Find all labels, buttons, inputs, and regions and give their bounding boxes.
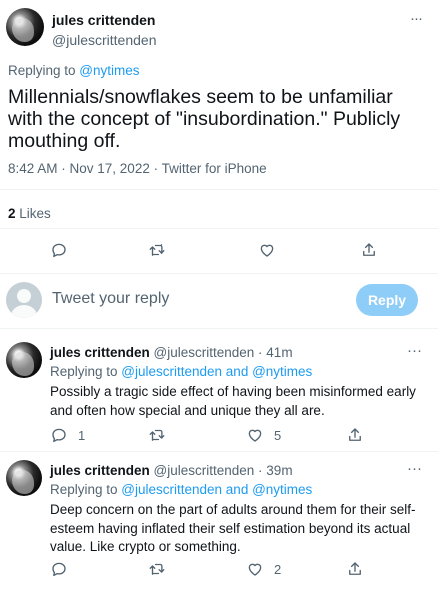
reply-author-handle[interactable]: @julescrittenden · 41m [154,345,293,360]
share-button[interactable] [346,426,364,444]
reply-replying-to: Replying to @julescrittenden and @nytime… [50,482,312,497]
replying-to-label: Replying to [50,364,122,379]
replying-to-link[interactable]: @nytimes [79,63,139,78]
user-avatar[interactable] [6,282,42,318]
reply-author-name[interactable]: jules crittenden [50,463,150,478]
reply-header: jules crittenden @julescrittenden · 41m [50,345,293,360]
reply-author-avatar[interactable] [6,342,42,378]
divider [0,228,438,229]
reply-author-name[interactable]: jules crittenden [50,345,150,360]
heart-icon [248,429,262,442]
reply-button[interactable]: 1 [50,426,85,444]
reply-action-bar: 1 5 [0,426,438,448]
retweet-button[interactable] [148,241,166,259]
reply-header: jules crittenden @julescrittenden · 39m [50,463,293,478]
share-button[interactable] [346,560,364,578]
reply-tweet: jules crittenden @julescrittenden · 41m … [0,342,438,454]
like-button[interactable] [258,241,276,259]
reply-author-handle[interactable]: @julescrittenden · 39m [154,463,293,478]
tweet-timestamp[interactable]: 8:42 AM · Nov 17, 2022 · Twitter for iPh… [8,161,267,176]
retweet-icon [149,429,165,441]
like-button[interactable]: 5 [246,426,281,444]
more-icon[interactable]: ··· [410,10,423,27]
likes-count[interactable]: 2 Likes [8,206,51,221]
share-icon [349,428,361,441]
reply-text: Deep concern on the part of adults aroun… [50,502,416,554]
likes-label: Likes [15,206,51,221]
likes-number: 2 [8,206,16,221]
reply-button[interactable] [50,241,68,259]
author-handle[interactable]: @julescrittenden [52,32,157,48]
reply-button[interactable] [50,560,68,578]
heart-icon [248,563,262,576]
tweet-text: Millennials/snowflakes seem to be unfami… [8,86,401,152]
like-count: 5 [274,427,282,443]
replying-to: Replying to @nytimes [8,63,140,78]
reply-icon [52,562,66,577]
divider [0,328,438,329]
reply-count: 1 [78,427,86,443]
divider [0,273,438,274]
divider [0,451,438,452]
retweet-icon [149,244,165,256]
reply-action-bar: 2 [0,560,438,582]
like-button[interactable]: 2 [246,560,281,578]
reply-replying-to: Replying to @julescrittenden and @nytime… [50,364,312,379]
reply-input[interactable]: Tweet your reply [52,290,169,308]
reply-icon [52,243,66,258]
replying-to-label: Replying to [50,482,122,497]
author-avatar[interactable] [6,8,44,46]
author-name[interactable]: jules crittenden [52,12,155,28]
replying-to-label: Replying to [8,63,80,78]
replying-to-links[interactable]: @julescrittenden and @nytimes [121,482,312,497]
share-icon [349,562,361,575]
like-count: 2 [274,561,282,577]
heart-icon [260,244,274,257]
reply-submit-button[interactable]: Reply [356,284,418,316]
retweet-button[interactable] [148,560,166,578]
reply-text: Possibly a tragic side effect of having … [50,384,416,418]
more-icon[interactable]: ··· [407,342,422,359]
retweet-icon [149,563,165,575]
more-icon[interactable]: ··· [407,460,422,477]
share-button[interactable] [360,241,378,259]
compose-reply: Tweet your reply Reply [0,278,438,320]
retweet-button[interactable] [148,426,166,444]
share-icon [363,243,375,256]
divider [0,189,438,190]
main-action-bar [0,241,438,263]
reply-author-avatar[interactable] [6,460,42,496]
reply-tweet: jules crittenden @julescrittenden · 39m … [0,460,438,600]
replying-to-links[interactable]: @julescrittenden and @nytimes [121,364,312,379]
reply-icon [52,428,66,443]
